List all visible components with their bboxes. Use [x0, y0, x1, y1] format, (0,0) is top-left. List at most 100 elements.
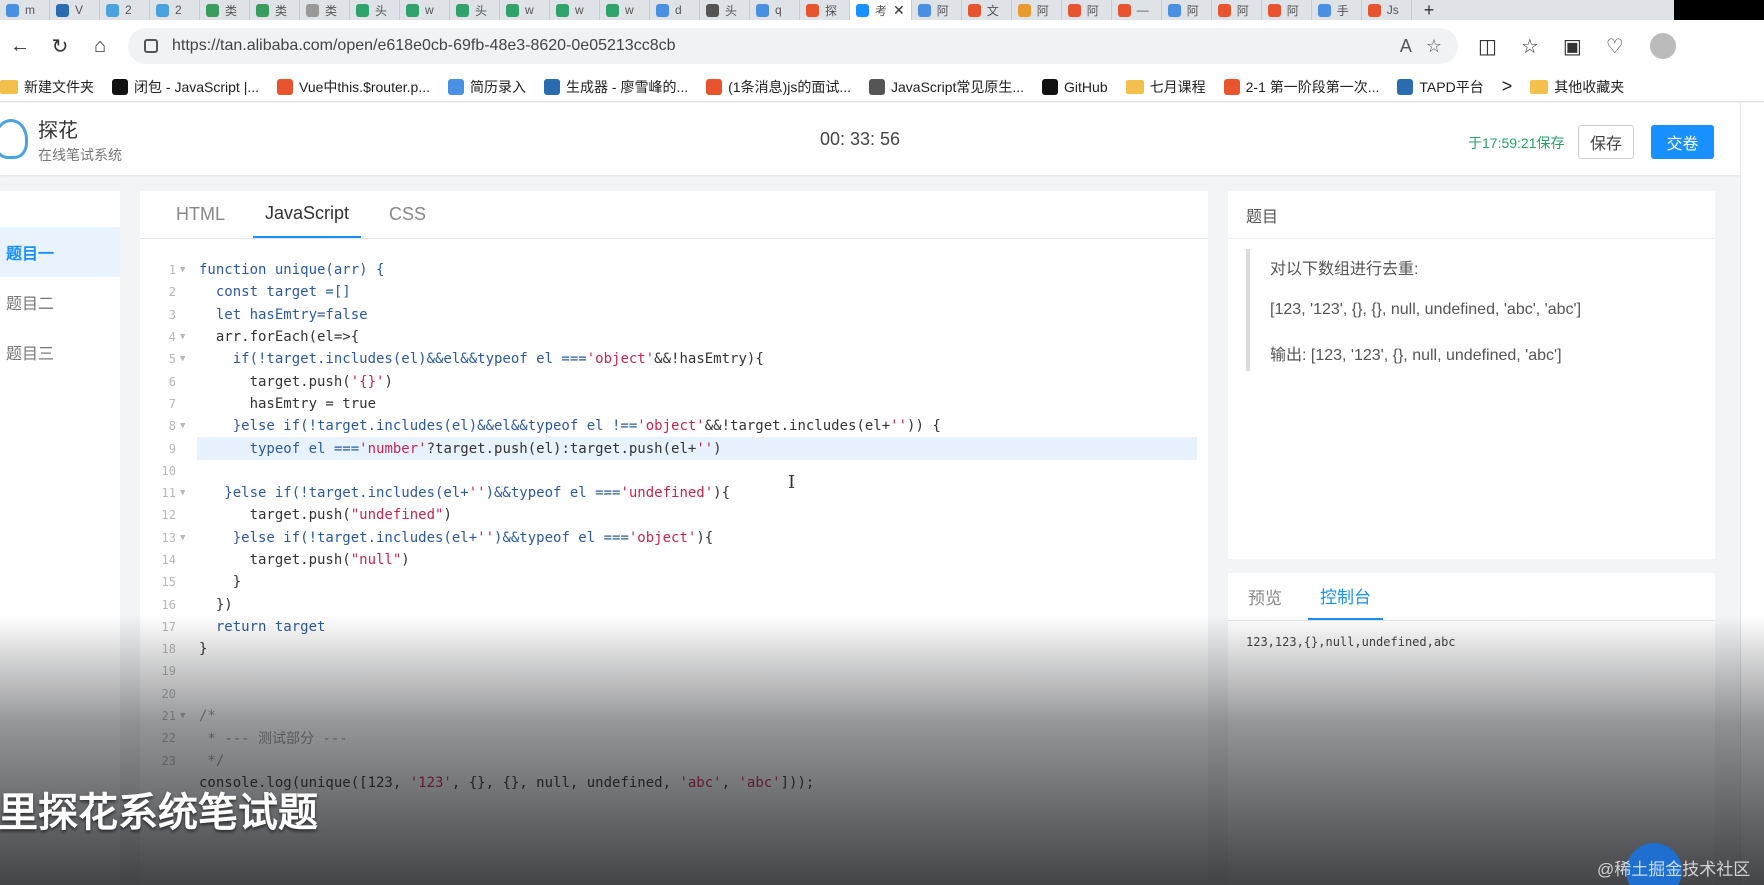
browser-tab[interactable]: Js: [1362, 0, 1412, 20]
url-field[interactable]: https://tan.alibaba.com/open/e618e0cb-69…: [128, 28, 1458, 64]
bookmark-item[interactable]: (1条消息)js的面试...: [706, 77, 851, 97]
browser-tab[interactable]: d: [650, 0, 700, 20]
bookmark-item[interactable]: 七月课程: [1125, 77, 1206, 97]
fold-arrow-icon[interactable]: ▼: [180, 421, 196, 431]
bookmark-item[interactable]: GitHub: [1042, 78, 1108, 95]
save-button[interactable]: 保存: [1578, 125, 1634, 159]
bookmark-item[interactable]: 2-1 第一阶段第一次...: [1223, 77, 1379, 97]
code-area[interactable]: 1 ▼ function unique(arr) {2 const target =…: [140, 259, 1208, 794]
code-line[interactable]: 12 target.push("undefined"): [140, 504, 1208, 526]
fold-arrow-icon[interactable]: ▼: [180, 354, 196, 364]
close-tab-icon[interactable]: ✕: [893, 2, 905, 19]
code-line[interactable]: 20: [140, 683, 1208, 705]
code-line[interactable]: 17 return target: [140, 616, 1208, 638]
browser-tab[interactable]: V: [50, 0, 100, 20]
code-line[interactable]: 15 }: [140, 571, 1208, 593]
back-icon[interactable]: ←: [0, 26, 40, 66]
browser-tab[interactable]: w: [500, 0, 550, 20]
browser-tab[interactable]: 头: [700, 0, 750, 20]
browser-tab[interactable]: 类: [250, 0, 300, 20]
new-tab-button[interactable]: +: [1412, 0, 1447, 20]
tab-css[interactable]: CSS: [377, 190, 438, 238]
code-line[interactable]: 11 ▼ }else if(!target.includes(el+'')&&ty…: [140, 482, 1208, 504]
home-icon[interactable]: ⌂: [80, 26, 120, 66]
code-line[interactable]: 23 */: [140, 750, 1208, 772]
code-line[interactable]: 5 ▼ if(!target.includes(el)&&el&&typeof e…: [140, 348, 1208, 370]
tab-html[interactable]: HTML: [164, 190, 237, 238]
browser-tab[interactable]: w: [600, 0, 650, 20]
browser-tab[interactable]: 手: [1312, 0, 1362, 20]
code-line[interactable]: 14 target.push("null"): [140, 549, 1208, 571]
code-line[interactable]: 1 ▼ function unique(arr) {: [140, 259, 1208, 281]
fold-arrow-icon[interactable]: ▼: [180, 711, 196, 721]
code-line[interactable]: 18}: [140, 638, 1208, 660]
browser-tab[interactable]: 类: [300, 0, 350, 20]
browser-tab[interactable]: 阿: [1162, 0, 1212, 20]
other-bookmarks-folder[interactable]: 其他收藏夹: [1530, 77, 1624, 97]
browser-tab[interactable]: 头: [350, 0, 400, 20]
tab-preview[interactable]: 预览: [1236, 572, 1294, 620]
code-line[interactable]: 8 ▼ }else if(!target.includes(el)&&el&&ty…: [140, 415, 1208, 437]
submit-exam-button[interactable]: 交卷: [1651, 125, 1714, 159]
read-aloud-icon[interactable]: A: [1400, 36, 1412, 57]
fold-arrow-icon[interactable]: ▼: [180, 332, 196, 342]
refresh-icon[interactable]: ↻: [40, 26, 80, 66]
bookmark-item[interactable]: Vue中this.$router.p...: [277, 77, 430, 97]
browser-tab[interactable]: 阿: [1062, 0, 1112, 20]
code-line[interactable]: 21 ▼/*: [140, 705, 1208, 727]
bookmark-item[interactable]: JavaScript常见原生...: [869, 77, 1024, 97]
browser-tab[interactable]: q: [750, 0, 800, 20]
tab-javascript[interactable]: JavaScript: [253, 190, 362, 238]
browser-tab[interactable]: 文: [962, 0, 1012, 20]
tab-console[interactable]: 控制台: [1308, 572, 1383, 620]
code-line[interactable]: 9 typeof el ==='number'?target.push(el):…: [169, 437, 1197, 460]
code-line[interactable]: 4 ▼ arr.forEach(el=>{: [140, 326, 1208, 348]
browser-tab[interactable]: 阿: [912, 0, 962, 20]
code-text: }else if(!target.includes(el)&&el&&typeo…: [199, 418, 941, 435]
code-line[interactable]: 2 const target =[]: [140, 281, 1208, 303]
window-controls[interactable]: [1674, 0, 1764, 20]
code-line[interactable]: 22 * --- 测试部分 ---: [140, 727, 1208, 749]
browser-essentials-icon[interactable]: ♡: [1606, 34, 1624, 59]
fold-arrow-icon[interactable]: ▼: [180, 533, 196, 543]
browser-tab-strip: m V 2 2 类类类头 w 头 w w w d 头 q 探考 ✕ 阿文阿阿 — 阿阿阿手 Js +: [0, 0, 1764, 20]
code-line[interactable]: 7 hasEmtry = true: [140, 393, 1208, 415]
browser-tab[interactable]: 阿: [1012, 0, 1062, 20]
browser-tab[interactable]: 类: [200, 0, 250, 20]
browser-tab[interactable]: 阿: [1212, 0, 1262, 20]
question-nav-item-3[interactable]: 题目三: [0, 327, 120, 377]
code-line[interactable]: 3 let hasEmtry=false: [140, 304, 1208, 326]
code-line[interactable]: 19: [140, 660, 1208, 682]
profile-avatar[interactable]: [1649, 33, 1676, 59]
bookmark-item[interactable]: 新建文件夹: [0, 77, 94, 97]
favorites-icon[interactable]: ☆: [1521, 34, 1539, 59]
browser-tab[interactable]: 头: [450, 0, 500, 20]
fold-arrow-icon[interactable]: ▼: [180, 265, 196, 275]
browser-tab[interactable]: w: [550, 0, 600, 20]
bookmarks-more-chevron-icon[interactable]: >: [1502, 76, 1513, 97]
bookmark-item[interactable]: TAPD平台: [1397, 77, 1484, 97]
fold-arrow-icon[interactable]: ▼: [180, 488, 196, 498]
bookmark-item[interactable]: 简历录入: [448, 77, 526, 97]
question-nav-item-1[interactable]: 题目一: [0, 227, 120, 277]
browser-tab[interactable]: w: [400, 0, 450, 20]
favorite-star-icon[interactable]: ☆: [1426, 36, 1442, 57]
bookmark-item[interactable]: 闭包 - JavaScript |...: [112, 77, 259, 97]
browser-tab[interactable]: 2: [150, 0, 200, 20]
bookmark-item[interactable]: 生成器 - 廖雪峰的...: [544, 77, 688, 97]
browser-tab[interactable]: —: [1112, 0, 1162, 20]
code-line[interactable]: 13 ▼ }else if(!target.includes(el+'')&&ty…: [140, 527, 1208, 549]
url-text[interactable]: https://tan.alibaba.com/open/e618e0cb-69…: [172, 37, 1386, 55]
browser-tab[interactable]: 2: [100, 0, 150, 20]
code-line[interactable]: 16 }): [140, 593, 1208, 615]
browser-tab[interactable]: m: [0, 0, 50, 20]
code-line[interactable]: 10: [140, 460, 1208, 482]
browser-tab[interactable]: 阿: [1262, 0, 1312, 20]
code-line[interactable]: 6 target.push('{}'): [140, 370, 1208, 392]
question-nav-item-2[interactable]: 题目二: [0, 277, 120, 327]
lock-icon[interactable]: [144, 39, 158, 53]
collections-icon[interactable]: ▣: [1563, 34, 1582, 59]
browser-tab[interactable]: 考 ✕: [850, 0, 912, 20]
browser-tab[interactable]: 探: [800, 0, 850, 20]
split-screen-icon[interactable]: ◫: [1478, 34, 1497, 59]
